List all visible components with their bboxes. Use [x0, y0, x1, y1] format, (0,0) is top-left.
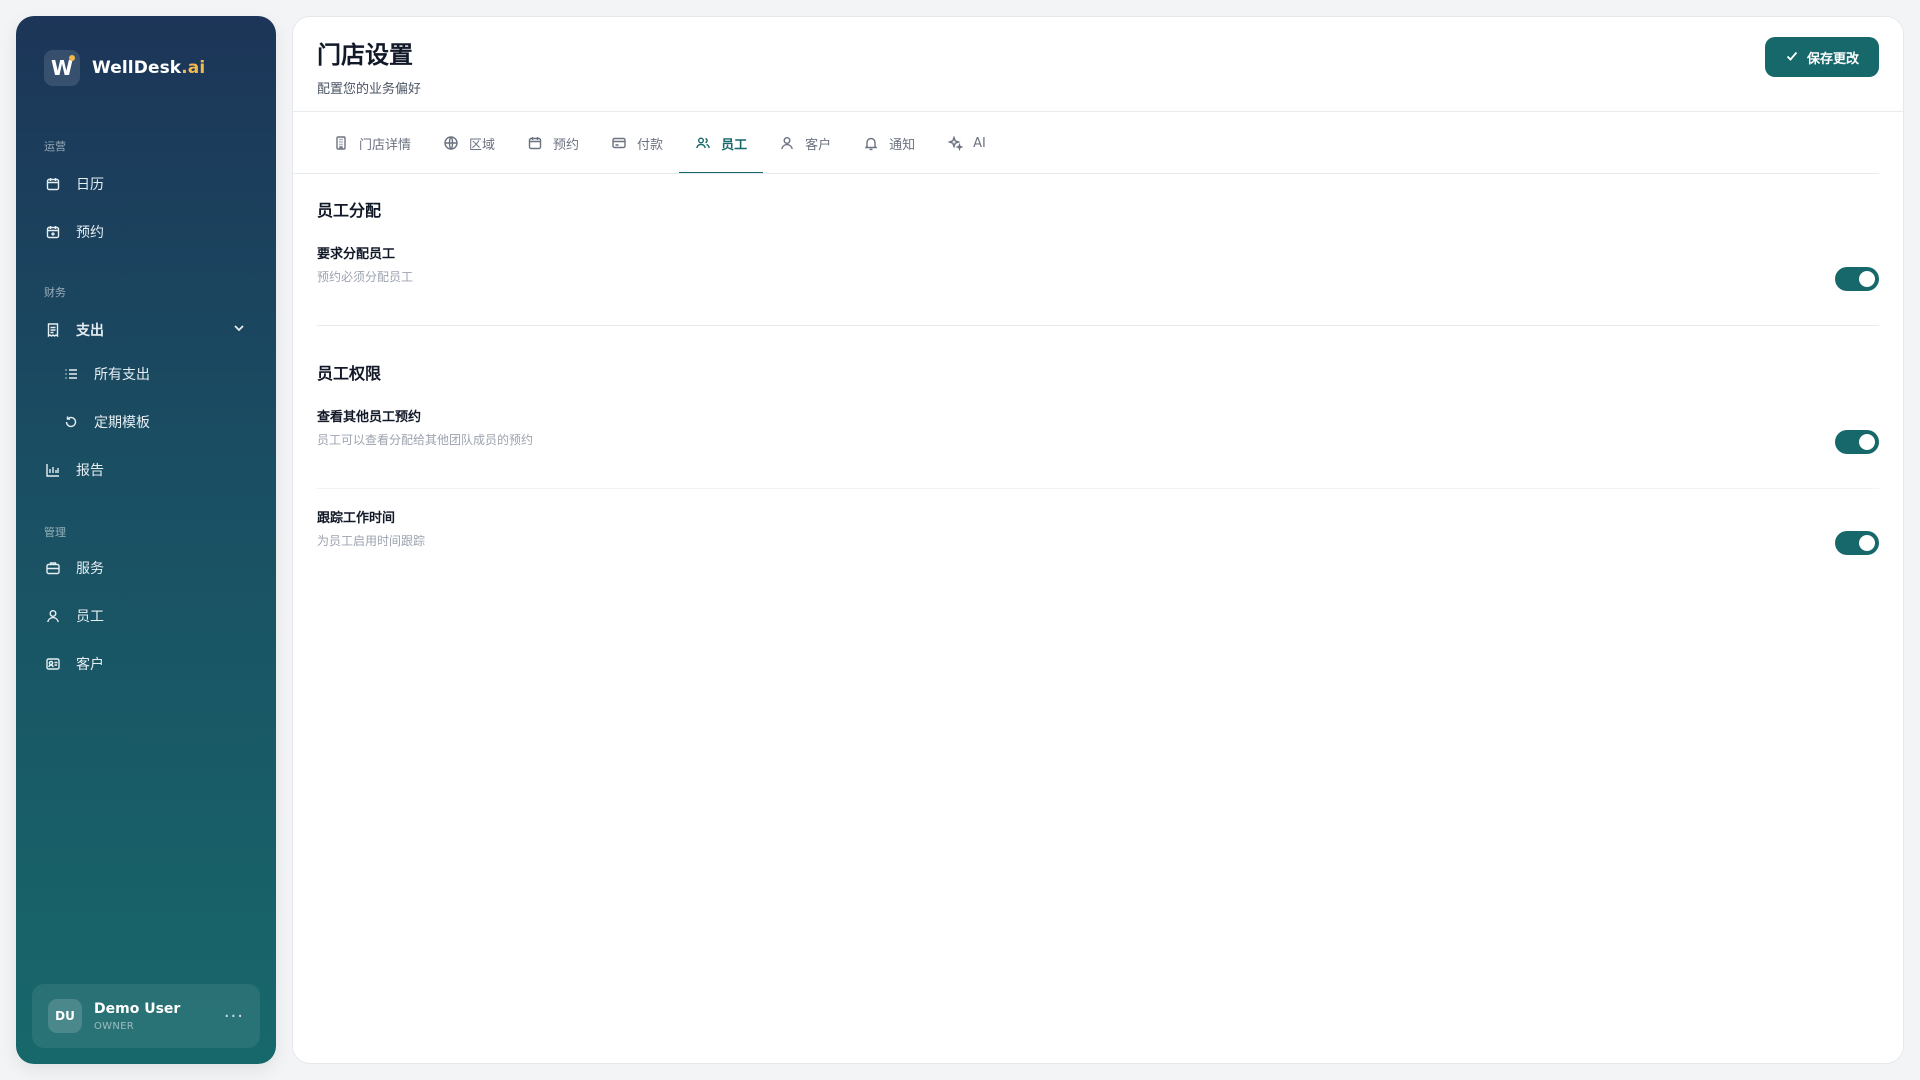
- setting-title: 查看其他员工预约: [317, 410, 422, 425]
- sidebar-item-label: 日历: [76, 177, 104, 193]
- brand-name: WellDesk.ai: [92, 58, 205, 78]
- section-divider: [317, 325, 1879, 326]
- brand-name-main: WellDesk: [92, 58, 182, 78]
- sidebar-item-label: 定期模板: [94, 415, 150, 431]
- sidebar-item-all-expenses[interactable]: 所有支出: [62, 356, 254, 392]
- tab-label: 预约: [553, 137, 580, 153]
- settings-tabs: 门店详情 区域 预约 付款 员工 客户 通知 AI: [317, 113, 1879, 174]
- setting-desc: 为员工启用时间跟踪: [317, 534, 426, 548]
- sidebar-item-label: 服务: [76, 561, 104, 577]
- sidebar-item-label: 所有支出: [94, 367, 150, 383]
- sidebar-item-label: 客户: [76, 657, 104, 673]
- tab-label: 客户: [805, 137, 832, 153]
- globe-icon: [443, 135, 459, 151]
- sidebar-item-clients[interactable]: 客户: [44, 646, 254, 682]
- toggle-knob: [1859, 271, 1875, 287]
- tab-label: AI: [973, 135, 986, 151]
- setting-view-others: 查看其他员工预约 员工可以查看分配给其他团队成员的预约: [317, 406, 1879, 488]
- page-title: 门店设置: [317, 41, 413, 69]
- sidebar-item-label: 预约: [76, 225, 104, 241]
- user-icon: [779, 135, 795, 151]
- row-divider: [317, 488, 1879, 489]
- user-icon: [44, 607, 62, 625]
- refresh-icon: [62, 413, 80, 431]
- sidebar-item-reports[interactable]: 报告: [44, 452, 254, 488]
- brand-name-accent: .ai: [181, 58, 206, 78]
- check-icon: [1785, 49, 1799, 66]
- tab-label: 付款: [637, 137, 664, 153]
- tab-label: 区域: [469, 137, 496, 153]
- setting-title: 跟踪工作时间: [317, 511, 396, 526]
- save-button[interactable]: 保存更改: [1764, 37, 1879, 77]
- section-title-assignment: 员工分配: [317, 201, 382, 220]
- tab-label: 通知: [889, 137, 916, 153]
- section-label-finance: 财务: [44, 286, 66, 299]
- user-role: OWNER: [94, 1020, 135, 1032]
- sidebar-item-services[interactable]: 服务: [44, 550, 254, 586]
- section-title-permissions: 员工权限: [317, 364, 382, 383]
- tab-region[interactable]: 区域: [427, 113, 511, 173]
- sidebar-item-label: 员工: [76, 609, 104, 625]
- section-label-ops: 运营: [44, 140, 66, 153]
- user-card[interactable]: DU Demo User OWNER ···: [32, 984, 260, 1048]
- tab-payments[interactable]: 付款: [595, 113, 679, 173]
- track-time-toggle[interactable]: [1835, 531, 1879, 555]
- tab-label: 门店详情: [359, 137, 412, 153]
- bar-chart-icon: [44, 461, 62, 479]
- sidebar: W WellDesk.ai 运营 日历 预约 财务 支出 所有支出 定期模板 报…: [16, 16, 276, 1064]
- brand-dot: [69, 55, 75, 61]
- view-others-toggle[interactable]: [1835, 430, 1879, 454]
- settings-panel: 门店设置 配置您的业务偏好 保存更改 门店详情 区域 预约 付款 员工 客户 通…: [292, 16, 1904, 1064]
- tabs-divider: [293, 173, 1879, 174]
- header-divider: [293, 111, 1903, 112]
- setting-title: 要求分配员工: [317, 247, 396, 262]
- sidebar-item-staff[interactable]: 员工: [44, 598, 254, 634]
- app: W WellDesk.ai 运营 日历 预约 财务 支出 所有支出 定期模板 报…: [0, 0, 1920, 1080]
- calendar-plus-icon: [44, 223, 62, 241]
- tab-notifications[interactable]: 通知: [847, 113, 931, 173]
- setting-desc: 预约必须分配员工: [317, 270, 414, 284]
- tab-store-details[interactable]: 门店详情: [317, 113, 427, 173]
- chevron-down-icon[interactable]: [232, 321, 246, 339]
- receipt-icon: [44, 321, 62, 339]
- toggle-knob: [1859, 535, 1875, 551]
- section-label-manage: 管理: [44, 526, 66, 539]
- toggle-knob: [1859, 434, 1875, 450]
- setting-desc: 员工可以查看分配给其他团队成员的预约: [317, 433, 534, 447]
- brand[interactable]: W WellDesk.ai: [44, 50, 205, 86]
- settings-content: 员工分配 要求分配员工 预约必须分配员工 员工权限 查看其他员工预约 员工可以查…: [317, 197, 1879, 589]
- users-icon: [695, 135, 711, 151]
- bell-icon: [863, 135, 879, 151]
- tab-clients[interactable]: 客户: [763, 113, 847, 173]
- setting-track-time: 跟踪工作时间 为员工启用时间跟踪: [317, 507, 1879, 589]
- tab-staff[interactable]: 员工: [679, 113, 764, 174]
- sidebar-item-label: 支出: [76, 323, 104, 339]
- card-icon: [611, 135, 627, 151]
- avatar: DU: [48, 999, 82, 1033]
- sparkles-icon: [947, 135, 964, 151]
- brand-logo: W: [44, 50, 80, 86]
- sidebar-item-label: 报告: [76, 463, 104, 479]
- list-icon: [62, 365, 80, 383]
- sidebar-item-appointments[interactable]: 预约: [44, 214, 254, 250]
- sidebar-item-recurring-templates[interactable]: 定期模板: [62, 404, 254, 440]
- user-meta: Demo User OWNER: [94, 1001, 212, 1032]
- page-header: 门店设置 配置您的业务偏好: [317, 35, 421, 97]
- tab-label: 员工: [721, 137, 748, 153]
- page-subtitle: 配置您的业务偏好: [317, 82, 422, 97]
- tab-appointments[interactable]: 预约: [511, 113, 595, 173]
- more-icon[interactable]: ···: [224, 1006, 244, 1027]
- sidebar-item-expenses[interactable]: 支出: [44, 312, 254, 348]
- sidebar-item-calendar[interactable]: 日历: [44, 166, 254, 202]
- calendar-icon: [527, 135, 543, 151]
- briefcase-icon: [44, 559, 62, 577]
- id-card-icon: [44, 655, 62, 673]
- tab-ai[interactable]: AI: [931, 113, 1002, 173]
- user-name: Demo User: [94, 1000, 181, 1017]
- building-icon: [333, 135, 349, 151]
- require-staff-toggle[interactable]: [1835, 267, 1879, 291]
- calendar-icon: [44, 175, 62, 193]
- save-button-label: 保存更改: [1806, 50, 1859, 66]
- setting-require-staff: 要求分配员工 预约必须分配员工: [317, 243, 1879, 325]
